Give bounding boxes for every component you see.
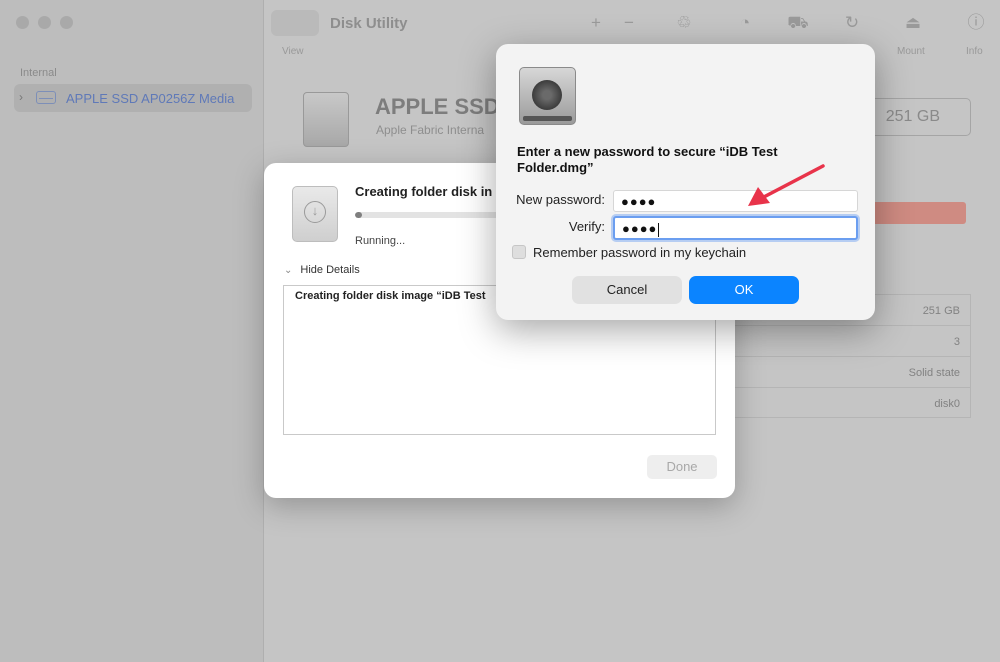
hard-drive-icon — [519, 67, 576, 125]
done-button[interactable]: Done — [647, 455, 717, 479]
erase-icon[interactable]: ⛟ — [785, 10, 811, 36]
hide-details-toggle[interactable]: ⌄ Hide Details — [284, 264, 360, 276]
zoom-window-button[interactable] — [60, 16, 73, 29]
progress-bar-fill — [355, 212, 362, 218]
log-text: Creating folder disk image “iDB Test — [295, 290, 486, 302]
annotation-arrow-icon — [748, 164, 825, 206]
info-label: Info — [966, 46, 983, 57]
text-caret — [658, 222, 660, 237]
arrow-shaft — [760, 164, 825, 200]
info-child-count-value: 3 — [731, 326, 970, 357]
new-password-label: New password: — [516, 192, 605, 207]
remember-keychain-label[interactable]: Remember password in my keychain — [533, 245, 746, 260]
verify-label: Verify: — [568, 219, 605, 234]
add-volume-icon[interactable]: + — [583, 10, 609, 36]
disk-name: APPLE SSD — [375, 94, 500, 119]
window-title: Disk Utility — [330, 15, 408, 32]
disk-platter — [532, 80, 562, 110]
sidebar: Internal › APPLE SSD AP0256Z Media — [0, 0, 264, 662]
partition-icon[interactable]: ◔ — [732, 10, 758, 36]
first-aid-icon[interactable]: ♲ — [671, 10, 697, 36]
minimize-window-button[interactable] — [38, 16, 51, 29]
remember-keychain-checkbox[interactable] — [512, 245, 526, 259]
mount-label: Mount — [897, 46, 925, 57]
progress-title: Creating folder disk in — [355, 184, 493, 199]
disk-image-icon — [303, 92, 349, 147]
sidebar-item-label: APPLE SSD AP0256Z Media — [66, 91, 235, 106]
progress-status: Running... — [355, 235, 406, 247]
cancel-button[interactable]: Cancel — [572, 276, 682, 304]
remove-volume-icon[interactable]: − — [616, 10, 642, 36]
chevron-down-icon: ⌄ — [284, 265, 293, 276]
hide-details-label: Hide Details — [300, 264, 360, 276]
info-device-value: disk0 — [934, 398, 960, 410]
verify-field-value: ●●●● — [622, 221, 658, 236]
disk-base — [523, 116, 572, 121]
sidebar-section-internal: Internal — [20, 67, 57, 79]
download-icon: ↓ — [304, 201, 326, 223]
disk-subtitle: Apple Fabric Interna — [376, 123, 485, 137]
internal-disk-icon — [36, 91, 56, 104]
view-button[interactable] — [271, 10, 319, 36]
info-type-value: Solid state — [731, 357, 970, 388]
ok-button[interactable]: OK — [689, 276, 799, 304]
close-window-button[interactable] — [16, 16, 29, 29]
chevron-right-icon[interactable]: › — [19, 90, 23, 104]
sidebar-item-apple-ssd[interactable]: › APPLE SSD AP0256Z Media — [14, 84, 252, 112]
view-label: View — [282, 46, 304, 57]
disk-image-icon: ↓ — [292, 186, 338, 242]
mount-icon[interactable]: ⏏ — [900, 10, 926, 36]
info-icon[interactable]: ⓘ — [963, 10, 989, 36]
restore-icon[interactable]: ↻ — [839, 10, 865, 36]
verify-password-field[interactable]: ●●●● — [613, 216, 858, 240]
